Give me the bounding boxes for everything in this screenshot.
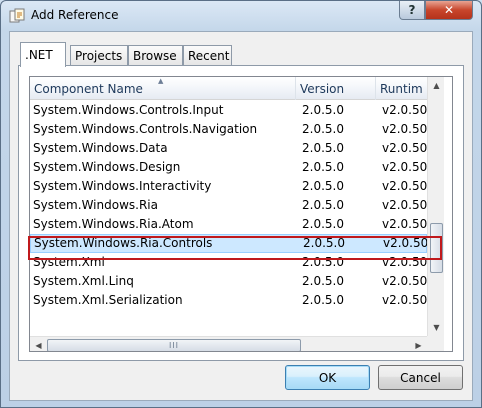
scroll-up-icon[interactable]: ▲ bbox=[428, 77, 445, 94]
list-row[interactable]: System.Xml.Linq 2.0.5.0 v2.0.50 bbox=[30, 272, 427, 291]
cell-component-name: System.Windows.Data bbox=[33, 141, 168, 155]
cell-component-name: System.Windows.Ria bbox=[33, 198, 158, 212]
list-row-selected[interactable]: System.Windows.Ria.Controls 2.0.5.0 v2.0… bbox=[30, 234, 428, 253]
cell-version: 2.0.5.0 bbox=[302, 274, 344, 288]
ok-button[interactable]: OK bbox=[285, 365, 370, 390]
cell-runtime: v2.0.50 bbox=[382, 122, 428, 136]
list-row[interactable]: System.Windows.Interactivity 2.0.5.0 v2.… bbox=[30, 177, 427, 196]
tab-browse[interactable]: Browse bbox=[128, 45, 183, 66]
sort-ascending-icon: ▲ bbox=[158, 77, 164, 85]
cell-runtime: v2.0.50 bbox=[382, 179, 428, 193]
column-header-component-name[interactable]: Component Name ▲ bbox=[30, 77, 296, 100]
cell-component-name: System.Windows.Ria.Atom bbox=[33, 217, 194, 231]
cell-version: 2.0.5.0 bbox=[302, 122, 344, 136]
cell-version: 2.0.5.0 bbox=[302, 160, 344, 174]
list-row[interactable]: System.Windows.Ria 2.0.5.0 v2.0.50 bbox=[30, 196, 427, 215]
window-title: Add Reference bbox=[31, 8, 119, 22]
cell-component-name: System.Windows.Ria.Controls bbox=[34, 236, 213, 250]
column-header-runtime[interactable]: Runtim bbox=[376, 77, 427, 100]
list-row[interactable]: System.Xml 2.0.5.0 v2.0.50 bbox=[30, 253, 427, 272]
scroll-left-icon[interactable]: ◀ bbox=[30, 337, 47, 351]
cell-component-name: System.Windows.Design bbox=[33, 160, 181, 174]
cell-runtime: v2.0.50 bbox=[382, 255, 428, 269]
vertical-scrollbar[interactable]: ▲ ▼ bbox=[427, 77, 444, 336]
cell-component-name: System.Xml bbox=[33, 255, 105, 269]
add-reference-dialog: Add Reference ? ✕ .NET Projects Browse R… bbox=[0, 0, 482, 408]
cell-runtime: v2.0.50 bbox=[382, 141, 428, 155]
list-row[interactable]: System.Xml.Serialization 2.0.5.0 v2.0.50 bbox=[30, 291, 427, 310]
tab-dotnet[interactable]: .NET bbox=[20, 42, 66, 67]
vertical-scroll-thumb[interactable] bbox=[430, 223, 443, 273]
list-row[interactable]: System.Windows.Controls.Input 2.0.5.0 v2… bbox=[30, 101, 427, 120]
title-bar[interactable]: Add Reference ? ✕ bbox=[1, 1, 481, 31]
tab-projects[interactable]: Projects bbox=[70, 45, 128, 66]
cell-version: 2.0.5.0 bbox=[303, 236, 345, 250]
cell-version: 2.0.5.0 bbox=[302, 198, 344, 212]
grip-icon: III bbox=[168, 341, 180, 350]
cell-runtime: v2.0.50 bbox=[383, 236, 429, 250]
list-row[interactable]: System.Windows.Design 2.0.5.0 v2.0.50 bbox=[30, 158, 427, 177]
cell-runtime: v2.0.50 bbox=[382, 293, 428, 307]
component-list[interactable]: Component Name ▲ Version Runtim System.W… bbox=[29, 76, 453, 352]
close-button[interactable]: ✕ bbox=[425, 1, 473, 20]
list-row[interactable]: System.Windows.Controls.Navigation 2.0.5… bbox=[30, 120, 427, 139]
cell-component-name: System.Windows.Controls.Navigation bbox=[33, 122, 258, 136]
tab-panel: Component Name ▲ Version Runtim System.W… bbox=[18, 65, 464, 361]
cell-version: 2.0.5.0 bbox=[302, 103, 344, 117]
cell-runtime: v2.0.50 bbox=[382, 198, 428, 212]
column-label: Component Name bbox=[34, 81, 143, 96]
cell-runtime: v2.0.50 bbox=[382, 103, 428, 117]
help-button[interactable]: ? bbox=[399, 1, 425, 20]
scrollbar-corner bbox=[427, 336, 444, 351]
list-rows: System.Windows.Controls.Input 2.0.5.0 v2… bbox=[30, 101, 428, 310]
cell-runtime: v2.0.50 bbox=[382, 217, 428, 231]
cell-version: 2.0.5.0 bbox=[302, 179, 344, 193]
dialog-client-area: .NET Projects Browse Recent Component Na… bbox=[9, 31, 473, 401]
cancel-button[interactable]: Cancel bbox=[378, 365, 463, 390]
cell-version: 2.0.5.0 bbox=[302, 141, 344, 155]
cell-component-name: System.Windows.Controls.Input bbox=[33, 103, 224, 117]
horizontal-scroll-thumb[interactable]: III bbox=[47, 339, 301, 351]
cell-version: 2.0.5.0 bbox=[302, 217, 344, 231]
cell-component-name: System.Windows.Interactivity bbox=[33, 179, 212, 193]
scroll-down-icon[interactable]: ▼ bbox=[428, 319, 445, 336]
horizontal-scrollbar[interactable]: ◀ III ▶ bbox=[30, 336, 427, 351]
list-row[interactable]: System.Windows.Ria.Atom 2.0.5.0 v2.0.50 bbox=[30, 215, 427, 234]
app-icon bbox=[9, 8, 25, 23]
cell-runtime: v2.0.50 bbox=[382, 274, 428, 288]
list-header: Component Name ▲ Version Runtim bbox=[30, 77, 427, 100]
cell-version: 2.0.5.0 bbox=[302, 293, 344, 307]
list-row[interactable]: System.Windows.Data 2.0.5.0 v2.0.50 bbox=[30, 139, 427, 158]
column-header-version[interactable]: Version bbox=[296, 77, 376, 100]
scroll-right-icon[interactable]: ▶ bbox=[410, 337, 427, 351]
tab-recent[interactable]: Recent bbox=[183, 45, 232, 66]
cell-runtime: v2.0.50 bbox=[382, 160, 428, 174]
cell-version: 2.0.5.0 bbox=[302, 255, 344, 269]
cell-component-name: System.Xml.Serialization bbox=[33, 293, 183, 307]
cell-component-name: System.Xml.Linq bbox=[33, 274, 134, 288]
